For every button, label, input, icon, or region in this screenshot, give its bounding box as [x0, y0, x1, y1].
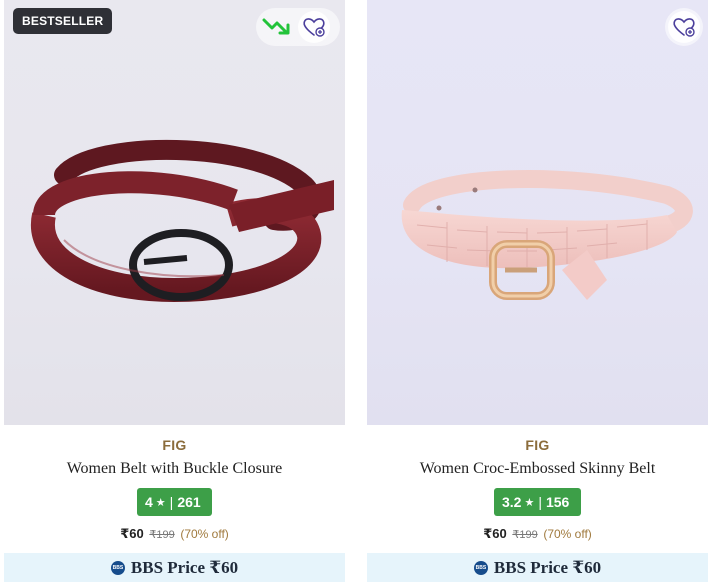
review-count: 261: [177, 494, 201, 510]
belt-image-pink: [401, 170, 693, 300]
bbs-logo-icon: BBS: [110, 560, 125, 575]
selling-price: ₹60: [120, 526, 144, 541]
bbs-price-banner: BBS BBS Price ₹60: [4, 553, 345, 582]
product-image[interactable]: [367, 0, 708, 425]
star-icon: ★: [155, 496, 166, 509]
rating-value: 4: [145, 494, 153, 510]
product-name[interactable]: Women Croc-Embossed Skinny Belt: [367, 460, 708, 478]
product-brand: FIG: [525, 437, 550, 453]
star-icon: ★: [524, 496, 535, 509]
bestseller-badge: BESTSELLER: [13, 8, 113, 34]
trending-down-icon[interactable]: [260, 10, 294, 44]
discount-percent: (70% off): [180, 527, 229, 541]
product-name[interactable]: Women Belt with Buckle Closure: [4, 460, 345, 478]
rating-badge: 4 ★ | 261: [137, 488, 212, 516]
discount-percent: (70% off): [543, 527, 592, 541]
bbs-logo-icon: BBS: [473, 560, 488, 575]
belt-image-maroon: [30, 139, 334, 303]
bbs-price: BBS Price ₹60: [493, 557, 602, 577]
rating-value: 3.2: [502, 494, 522, 510]
selling-price: ₹60: [483, 526, 507, 541]
bbs-price: BBS Price ₹60: [130, 557, 239, 577]
rating-separator: |: [169, 494, 174, 510]
original-price: ₹199: [149, 529, 175, 541]
bbs-price-banner: BBS BBS Price ₹60: [367, 553, 708, 582]
product-brand: FIG: [162, 437, 187, 453]
card-action-icons: [256, 8, 340, 46]
original-price: ₹199: [512, 529, 538, 541]
price-row: ₹60 ₹199 (70% off): [4, 526, 345, 542]
rating-badge: 3.2 ★ | 156: [494, 488, 581, 516]
rating-separator: |: [538, 494, 542, 510]
product-card[interactable]: FIG Women Croc-Embossed Skinny Belt 3.2 …: [367, 0, 708, 586]
review-count: 156: [545, 494, 570, 510]
card-action-icons: [665, 8, 703, 46]
wishlist-heart-icon[interactable]: [668, 11, 700, 43]
wishlist-heart-icon[interactable]: [298, 11, 330, 43]
product-card[interactable]: BESTSELLER FIG Women Belt with Buckle Cl…: [4, 0, 345, 586]
product-image[interactable]: BESTSELLER: [4, 0, 345, 425]
price-row: ₹60 ₹199 (70% off): [367, 526, 708, 542]
